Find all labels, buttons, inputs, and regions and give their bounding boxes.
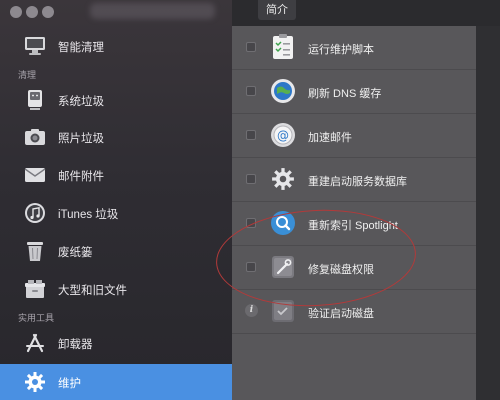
zoom-window-button[interactable] bbox=[42, 6, 54, 18]
sidebar-item-photo-junk[interactable]: 照片垃圾 bbox=[0, 119, 232, 155]
maintenance-task-list: 运行维护脚本 刷新 DNS 缓存 @ 加速邮件 重建启动服务数据库 重新索引 S… bbox=[232, 26, 476, 400]
sidebar-item-mail-attachments[interactable]: 邮件附件 bbox=[0, 157, 232, 193]
window-title-blurred bbox=[90, 3, 215, 19]
sidebar-item-itunes-junk[interactable]: iTunes 垃圾 bbox=[0, 195, 232, 231]
task-checkbox[interactable] bbox=[246, 42, 256, 52]
task-row-speed-up-mail[interactable]: @ 加速邮件 bbox=[232, 114, 476, 158]
sidebar-item-label: iTunes 垃圾 bbox=[58, 209, 119, 221]
sidebar: 智能清理 清理 系统垃圾 照片垃圾 邮件附件 iTunes 垃圾 废纸篓 大型和… bbox=[0, 0, 232, 400]
maintenance-panel: 简介 运行维护脚本 刷新 DNS 缓存 @ 加速邮件 重建启动服务数据库 重新索… bbox=[232, 0, 500, 400]
sidebar-item-label: 智能清理 bbox=[58, 42, 104, 54]
task-checkbox[interactable] bbox=[246, 130, 256, 140]
minimize-window-button[interactable] bbox=[26, 6, 38, 18]
scrollbar[interactable] bbox=[476, 26, 500, 400]
task-label: 运行维护脚本 bbox=[308, 44, 374, 56]
task-checkbox[interactable] bbox=[246, 262, 256, 272]
music-note-icon bbox=[24, 202, 46, 224]
section-label-clean: 清理 bbox=[18, 70, 37, 80]
sidebar-item-label: 系统垃圾 bbox=[58, 96, 104, 108]
sidebar-item-smart-cleanup[interactable]: 智能清理 bbox=[0, 28, 232, 64]
task-row-flush-dns-cache[interactable]: 刷新 DNS 缓存 bbox=[232, 70, 476, 114]
sidebar-item-uninstaller[interactable]: 卸载器 bbox=[0, 325, 232, 361]
mail-at-icon: @ bbox=[270, 122, 296, 148]
camera-icon bbox=[24, 126, 46, 148]
task-label: 重新索引 Spotlight bbox=[308, 220, 398, 232]
task-checkbox[interactable] bbox=[246, 86, 256, 96]
checklist-icon bbox=[270, 34, 296, 60]
sidebar-item-label: 邮件附件 bbox=[58, 171, 104, 183]
app-store-icon bbox=[24, 332, 46, 354]
monitor-icon bbox=[24, 35, 46, 57]
intro-tab[interactable]: 简介 bbox=[258, 0, 296, 20]
task-label: 修复磁盘权限 bbox=[308, 264, 374, 276]
task-checkbox[interactable] bbox=[246, 174, 256, 184]
svg-text:@: @ bbox=[277, 129, 289, 143]
close-window-button[interactable] bbox=[10, 6, 22, 18]
envelope-icon bbox=[24, 164, 46, 186]
task-row-repair-disk-permissions[interactable]: 修复磁盘权限 bbox=[232, 246, 476, 290]
task-label: 重建启动服务数据库 bbox=[308, 176, 407, 188]
sidebar-item-maintenance[interactable]: 维护 bbox=[0, 364, 232, 400]
task-row-verify-startup-disk[interactable]: i 验证启动磁盘 bbox=[232, 290, 476, 334]
info-icon[interactable]: i bbox=[245, 304, 258, 317]
disk-wrench-icon bbox=[270, 254, 296, 280]
sidebar-item-label: 卸载器 bbox=[58, 339, 93, 351]
sidebar-item-trash[interactable]: 废纸篓 bbox=[0, 233, 232, 269]
task-row-rebuild-launch-services[interactable]: 重建启动服务数据库 bbox=[232, 158, 476, 202]
task-checkbox[interactable] bbox=[246, 218, 256, 228]
gear-icon bbox=[24, 371, 46, 393]
spotlight-icon bbox=[270, 210, 296, 236]
sidebar-item-label: 大型和旧文件 bbox=[58, 285, 127, 297]
panel-header: 简介 bbox=[232, 0, 500, 26]
sidebar-item-system-junk[interactable]: 系统垃圾 bbox=[0, 82, 232, 118]
section-label-tools: 实用工具 bbox=[18, 313, 55, 323]
task-row-run-maintenance-scripts[interactable]: 运行维护脚本 bbox=[232, 26, 476, 70]
gear-icon bbox=[270, 166, 296, 192]
title-bar bbox=[0, 0, 232, 26]
task-label: 验证启动磁盘 bbox=[308, 308, 374, 320]
task-row-reindex-spotlight[interactable]: 重新索引 Spotlight bbox=[232, 202, 476, 246]
sidebar-item-large-old-files[interactable]: 大型和旧文件 bbox=[0, 271, 232, 307]
task-label: 加速邮件 bbox=[308, 132, 352, 144]
disk-check-icon bbox=[270, 298, 296, 324]
sidebar-item-label: 废纸篓 bbox=[58, 247, 93, 259]
mac-face-icon bbox=[24, 89, 46, 111]
sidebar-item-label: 照片垃圾 bbox=[58, 133, 104, 145]
sidebar-item-label: 维护 bbox=[58, 378, 81, 390]
globe-icon bbox=[270, 78, 296, 104]
archive-box-icon bbox=[24, 278, 46, 300]
trash-icon bbox=[24, 240, 46, 262]
task-label: 刷新 DNS 缓存 bbox=[308, 88, 382, 100]
